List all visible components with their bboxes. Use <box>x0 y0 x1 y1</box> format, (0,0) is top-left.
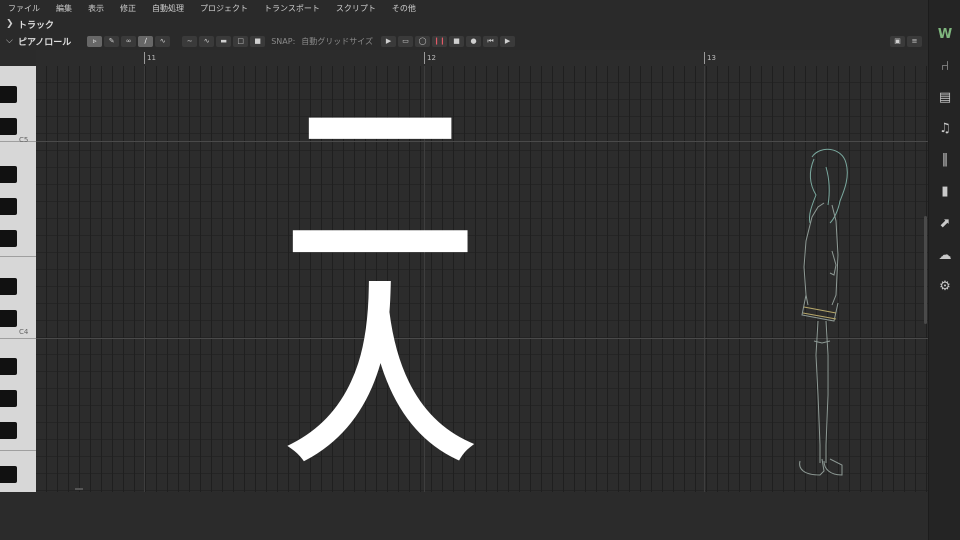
lyric-overlay-text: 二人 <box>285 77 506 488</box>
note-shape-icon[interactable]: ▬ <box>216 35 232 47</box>
track-section-label: トラック <box>18 20 55 31</box>
octave-label-c4: C4 <box>19 328 29 336</box>
black-key[interactable] <box>0 390 17 407</box>
loop-icon[interactable]: ▭ <box>398 35 414 47</box>
pianoroll-label: ピアノロール <box>18 37 72 48</box>
menu-project[interactable]: プロジェクト <box>200 3 248 14</box>
horizontal-scroll-thumb[interactable] <box>75 488 83 490</box>
music-note-icon[interactable]: ♫ <box>929 118 960 138</box>
key-divider <box>0 450 36 451</box>
link-tool-icon[interactable]: ∞ <box>121 35 137 47</box>
menu-transport[interactable]: トランスポート <box>264 3 320 14</box>
timeline-ruler[interactable]: 11 12 13 <box>36 50 928 67</box>
key-divider <box>0 338 36 339</box>
hamburger-menu-icon[interactable]: ≡ <box>907 35 922 47</box>
black-key[interactable] <box>0 310 17 327</box>
record-icon[interactable]: ● <box>466 35 482 47</box>
logo-icon: W <box>937 26 953 42</box>
select-tool-icon[interactable]: ▹ <box>87 35 103 47</box>
bar-line <box>144 66 145 492</box>
chevron-right-icon[interactable]: ❯ <box>6 19 16 29</box>
octave-label-c5: C5 <box>19 136 29 144</box>
key-divider <box>0 256 36 257</box>
curve-tool-icon[interactable]: ∿ <box>155 35 171 47</box>
menu-bar: ファイル 編集 表示 修正 自動処理 プロジェクト トランスポート スクリプト … <box>0 0 928 16</box>
pause-icon[interactable]: ❙❙ <box>432 35 448 47</box>
menu-other[interactable]: その他 <box>392 3 416 14</box>
video-icon[interactable]: ■ <box>250 35 266 47</box>
cloud-icon[interactable]: ☁ <box>929 245 960 265</box>
snap-label: SNAP: <box>271 36 296 46</box>
black-key[interactable] <box>0 118 17 135</box>
gear-icon[interactable]: ⚙ <box>929 276 960 296</box>
snap-select[interactable]: 自動グリッドサイズ <box>301 36 373 47</box>
stop-icon[interactable]: ■ <box>449 35 465 47</box>
clapperboard-icon[interactable]: ▤ <box>929 87 960 107</box>
lyric-box-icon[interactable]: □ <box>233 35 249 47</box>
menu-view[interactable]: 表示 <box>88 3 104 14</box>
black-key[interactable] <box>0 198 17 215</box>
menu-file[interactable]: ファイル <box>8 3 40 14</box>
bottom-panel <box>0 492 928 540</box>
display-settings-icon[interactable]: ▣ <box>890 35 905 47</box>
follow-playhead-icon[interactable]: ▶ <box>381 35 397 47</box>
key-divider <box>0 141 36 142</box>
black-key[interactable] <box>0 278 17 295</box>
black-key[interactable] <box>0 422 17 439</box>
right-sidebar: W ⑁ ▤ ♫ ‖ ▮ ⬈ ☁ ⚙ <box>928 0 960 540</box>
black-key[interactable] <box>0 358 17 375</box>
microphone-icon[interactable]: ⑁ <box>929 56 960 76</box>
black-key[interactable] <box>0 230 17 247</box>
export-icon[interactable]: ⬈ <box>929 213 960 233</box>
character-illustration <box>799 148 848 476</box>
ruler-mark: 11 <box>144 52 156 64</box>
rewind-icon[interactable]: ⏮ <box>483 35 499 47</box>
pitch-line-icon[interactable]: ∼ <box>182 35 198 47</box>
book-icon[interactable]: ▮ <box>929 181 960 201</box>
pianoroll-toolbar: ⌵ ピアノロール ▹ ✎ ∞ ∕ ∿ ∼ ∿ ▬ □ ■ SNAP: 自動グリッ… <box>0 32 928 50</box>
menu-automation[interactable]: 自動処理 <box>152 3 184 14</box>
library-icon[interactable]: ‖ <box>929 149 960 169</box>
vibrato-icon[interactable]: ∿ <box>199 35 215 47</box>
ruler-mark: 12 <box>424 52 436 64</box>
piano-keyboard[interactable]: C5 C4 <box>0 66 37 492</box>
vertical-scroll-thumb[interactable] <box>924 216 927 324</box>
track-section-header[interactable]: ❯ トラック <box>0 16 928 32</box>
ruler-mark: 13 <box>704 52 716 64</box>
play-icon[interactable]: ▶ <box>500 35 516 47</box>
black-key[interactable] <box>0 86 17 103</box>
metronome-icon[interactable]: ◯ <box>415 35 431 47</box>
black-key[interactable] <box>0 466 17 483</box>
menu-script[interactable]: スクリプト <box>336 3 376 14</box>
chevron-down-icon[interactable]: ⌵ <box>6 36 16 46</box>
line-tool-icon[interactable]: ∕ <box>138 35 154 47</box>
menu-modify[interactable]: 修正 <box>120 3 136 14</box>
menu-edit[interactable]: 編集 <box>56 3 72 14</box>
black-key[interactable] <box>0 166 17 183</box>
pencil-tool-icon[interactable]: ✎ <box>104 35 120 47</box>
